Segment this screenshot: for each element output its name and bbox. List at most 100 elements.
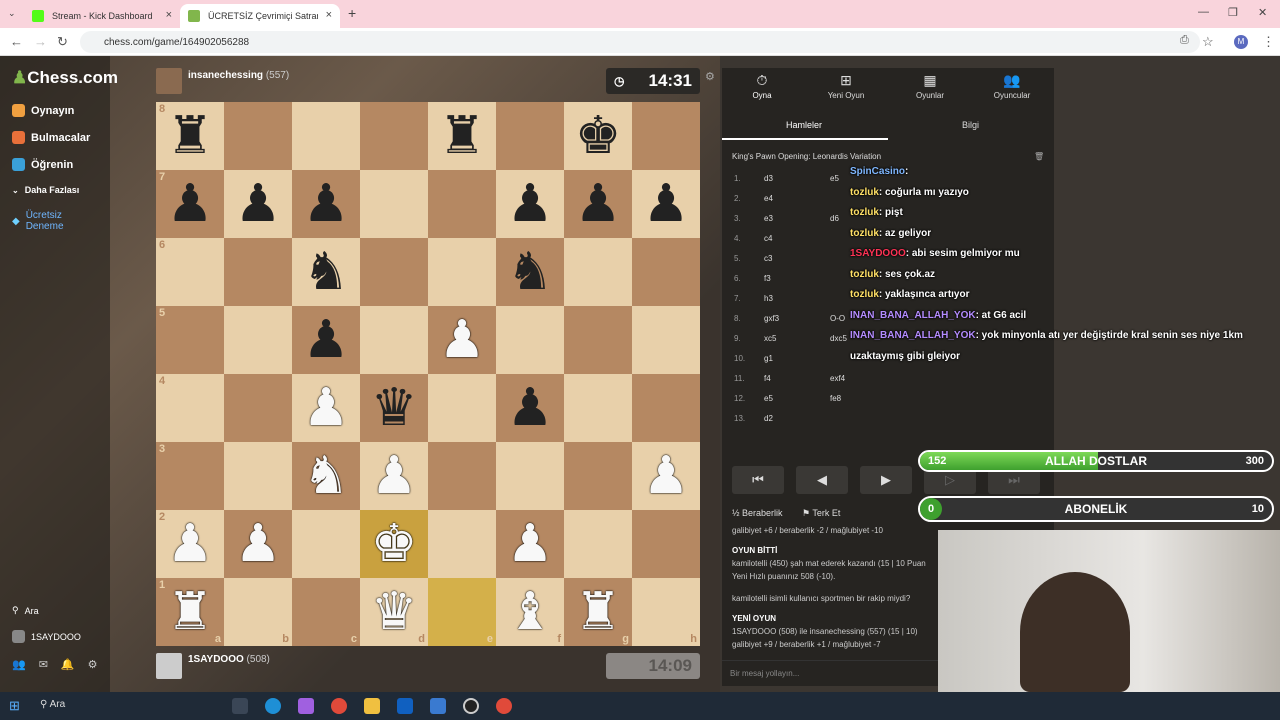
white-rook-piece[interactable]: ♜ xyxy=(167,586,214,638)
white-move[interactable]: g1 xyxy=(764,354,773,363)
square-a8[interactable]: 8 ♜ xyxy=(156,102,224,170)
square-h5[interactable] xyxy=(632,306,700,374)
square-b3[interactable] xyxy=(224,442,292,510)
bookmark-icon[interactable]: ☆ xyxy=(1202,34,1214,50)
next-move-button[interactable]: ▶ xyxy=(860,466,912,494)
black-move[interactable]: fe8 xyxy=(830,394,841,403)
square-e4[interactable] xyxy=(428,374,496,442)
chrome-active-icon[interactable] xyxy=(496,698,512,714)
square-h2[interactable] xyxy=(632,510,700,578)
chrome-icon[interactable] xyxy=(331,698,347,714)
profile-avatar[interactable]: M xyxy=(1234,35,1248,49)
black-move[interactable]: dxc5 xyxy=(830,334,847,343)
bottom-player-avatar[interactable] xyxy=(156,653,182,679)
white-move[interactable]: d3 xyxy=(764,174,773,183)
black-rook-piece[interactable]: ♜ xyxy=(167,110,214,162)
black-move[interactable]: O-O xyxy=(830,314,845,323)
square-c1[interactable]: c xyxy=(292,578,360,646)
install-icon[interactable]: ⎙ xyxy=(1180,34,1189,47)
new-tab-button[interactable]: + xyxy=(348,5,356,21)
white-move[interactable]: e3 xyxy=(764,214,773,223)
trash-icon[interactable]: 🗑 xyxy=(1034,152,1044,161)
bottom-player-name[interactable]: 1SAYDOOO (508) xyxy=(188,654,270,665)
sidebar-item-play[interactable]: Oynayın xyxy=(12,104,74,117)
square-d3[interactable]: ♟ xyxy=(360,442,428,510)
reload-icon[interactable]: ↻ xyxy=(57,34,68,50)
draw-button[interactable]: ½ Beraberlik xyxy=(732,508,783,518)
back-icon[interactable]: ← xyxy=(10,34,23,49)
square-c3[interactable]: ♞ xyxy=(292,442,360,510)
white-pawn-piece[interactable]: ♟ xyxy=(235,518,282,570)
mail-icon[interactable]: ✉ xyxy=(39,658,48,671)
white-pawn-piece[interactable]: ♟ xyxy=(371,450,418,502)
white-move[interactable]: h3 xyxy=(764,294,773,303)
square-g1[interactable]: g ♜ xyxy=(564,578,632,646)
white-rook-piece[interactable]: ♜ xyxy=(575,586,622,638)
black-pawn-piece[interactable]: ♟ xyxy=(507,382,554,434)
square-b2[interactable]: ♟ xyxy=(224,510,292,578)
sidebar-item-free-trial[interactable]: ◆ Ücretsiz Deneme xyxy=(12,210,102,232)
black-king-piece[interactable]: ♚ xyxy=(575,110,622,162)
square-d1[interactable]: d ♛ xyxy=(360,578,428,646)
white-queen-piece[interactable]: ♛ xyxy=(371,586,418,638)
square-g4[interactable] xyxy=(564,374,632,442)
square-h4[interactable] xyxy=(632,374,700,442)
taskview-icon[interactable] xyxy=(232,698,248,714)
white-move[interactable]: c3 xyxy=(764,254,772,263)
square-e2[interactable] xyxy=(428,510,496,578)
resign-button[interactable]: ⚑ Terk Et xyxy=(802,508,840,519)
square-e5[interactable]: ♟ xyxy=(428,306,496,374)
obs-icon[interactable] xyxy=(463,698,479,714)
tab-kick-dashboard[interactable]: Stream - Kick Dashboard × xyxy=(24,4,180,28)
white-move[interactable]: c4 xyxy=(764,234,772,243)
subtab-moves[interactable]: Hamleler xyxy=(786,120,822,130)
white-pawn-piece[interactable]: ♟ xyxy=(303,382,350,434)
url-field[interactable]: chess.com/game/164902056288 xyxy=(80,31,1200,53)
square-g3[interactable] xyxy=(564,442,632,510)
black-pawn-piece[interactable]: ♟ xyxy=(235,178,282,230)
square-b7[interactable]: ♟ xyxy=(224,170,292,238)
black-pawn-piece[interactable]: ♟ xyxy=(167,178,214,230)
outlook-icon[interactable] xyxy=(397,698,413,714)
square-b1[interactable]: b xyxy=(224,578,292,646)
square-d6[interactable] xyxy=(360,238,428,306)
friends-icon[interactable]: 👥 xyxy=(12,658,26,671)
tab-chess[interactable]: ÜCRETSİZ Çevrimiçi Satranç Oy × xyxy=(180,4,340,28)
black-pawn-piece[interactable]: ♟ xyxy=(507,178,554,230)
board-settings-icon[interactable]: ⚙ xyxy=(705,70,715,83)
copilot-icon[interactable] xyxy=(298,698,314,714)
black-move[interactable]: e5 xyxy=(830,174,839,183)
square-d8[interactable] xyxy=(360,102,428,170)
black-knight-piece[interactable]: ♞ xyxy=(507,246,554,298)
white-move[interactable]: f4 xyxy=(764,374,771,383)
square-d2[interactable]: ♚ xyxy=(360,510,428,578)
folder-icon[interactable] xyxy=(364,698,380,714)
tab-list-icon[interactable]: ⌄ xyxy=(8,8,16,19)
square-a1[interactable]: 1 a ♜ xyxy=(156,578,224,646)
white-move[interactable]: e4 xyxy=(764,194,773,203)
square-g2[interactable] xyxy=(564,510,632,578)
square-d7[interactable] xyxy=(360,170,428,238)
square-h7[interactable]: ♟ xyxy=(632,170,700,238)
square-a4[interactable]: 4 xyxy=(156,374,224,442)
square-h6[interactable] xyxy=(632,238,700,306)
square-b5[interactable] xyxy=(224,306,292,374)
sidebar-item-puzzles[interactable]: Bulmacalar xyxy=(12,131,90,144)
black-rook-piece[interactable]: ♜ xyxy=(439,110,486,162)
square-c6[interactable]: ♞ xyxy=(292,238,360,306)
square-a6[interactable]: 6 xyxy=(156,238,224,306)
sidebar-user[interactable]: 1SAYDOOO xyxy=(12,630,81,643)
white-king-piece[interactable]: ♚ xyxy=(371,518,418,570)
black-queen-piece[interactable]: ♛ xyxy=(371,382,418,434)
square-h1[interactable]: h xyxy=(632,578,700,646)
sidebar-item-learn[interactable]: Öğrenin xyxy=(12,158,73,171)
square-f7[interactable]: ♟ xyxy=(496,170,564,238)
sidebar-item-more[interactable]: ⌄ Daha Fazlası xyxy=(12,185,79,195)
black-pawn-piece[interactable]: ♟ xyxy=(303,314,350,366)
square-d4[interactable]: ♛ xyxy=(360,374,428,442)
first-move-button[interactable]: ⏮ xyxy=(732,466,784,494)
white-move[interactable]: xc5 xyxy=(764,334,776,343)
square-g7[interactable]: ♟ xyxy=(564,170,632,238)
square-e8[interactable]: ♜ xyxy=(428,102,496,170)
prev-move-button[interactable]: ◀ xyxy=(796,466,848,494)
